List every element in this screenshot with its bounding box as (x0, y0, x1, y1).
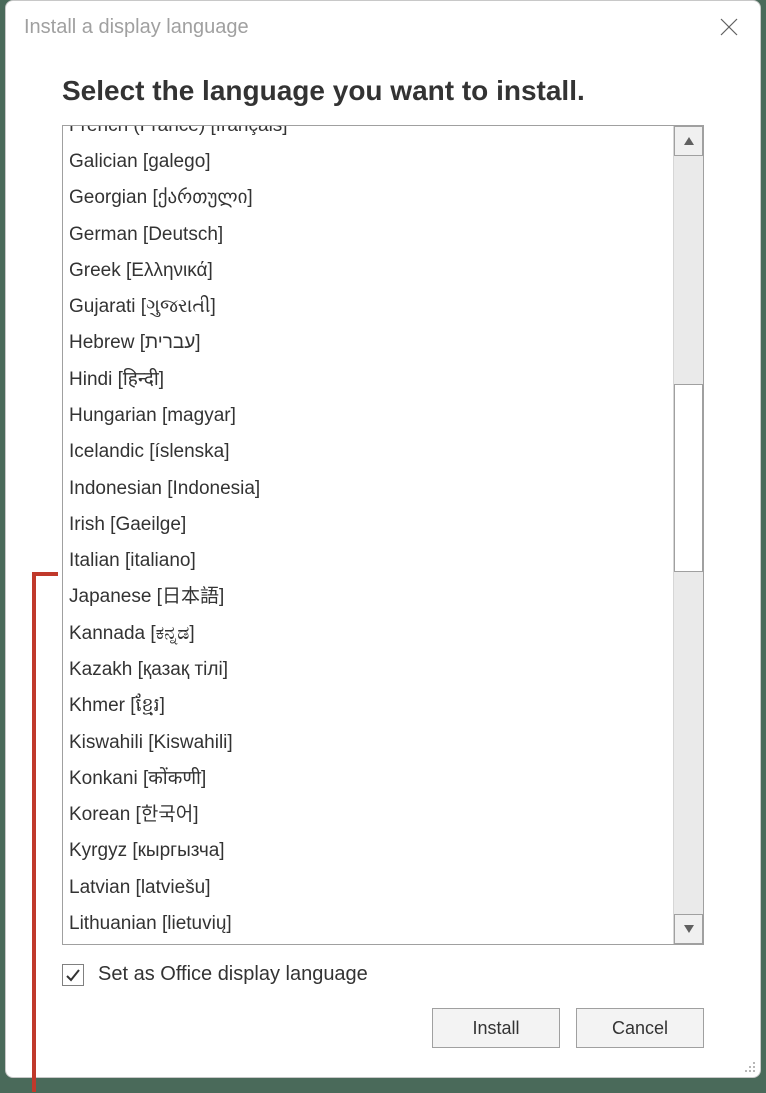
scrollbar-thumb[interactable] (674, 384, 703, 572)
dialog-button-row: Install Cancel (6, 986, 760, 1048)
scrollbar-track[interactable] (674, 156, 703, 914)
list-item[interactable]: Hungarian [magyar] (63, 398, 673, 434)
list-item[interactable]: Lithuanian [lietuvių] (63, 906, 673, 942)
set-default-checkbox-row: Set as Office display language (6, 945, 760, 986)
list-item[interactable]: Italian [italiano] (63, 543, 673, 579)
language-list-viewport: French (France) [français] Galician [gal… (63, 126, 673, 944)
language-list-items: French (France) [français] Galician [gal… (63, 126, 673, 944)
list-item[interactable]: Georgian [ქართული] (63, 181, 673, 217)
close-button[interactable] (716, 14, 742, 40)
dialog-heading: Select the language you want to install. (6, 47, 760, 125)
list-item[interactable]: Konkani [कोंकणी] (63, 761, 673, 797)
list-item[interactable]: Gujarati [ગુજરાતી] (63, 289, 673, 325)
titlebar: Install a display language (6, 1, 760, 47)
list-item[interactable]: Galician [galego] (63, 144, 673, 180)
resize-grip[interactable] (742, 1059, 756, 1073)
list-item[interactable]: Indonesian [Indonesia] (63, 471, 673, 507)
list-item[interactable]: German [Deutsch] (63, 217, 673, 253)
checkmark-icon (65, 967, 81, 983)
chevron-down-icon (683, 924, 695, 934)
language-listbox[interactable]: French (France) [français] Galician [gal… (62, 125, 704, 945)
scroll-up-button[interactable] (674, 126, 703, 156)
list-item[interactable]: Kyrgyz [кыргызча] (63, 834, 673, 870)
list-item[interactable]: Kannada [ಕನ್ನಡ] (63, 616, 673, 652)
list-item[interactable]: Kiswahili [Kiswahili] (63, 725, 673, 761)
set-default-checkbox-label: Set as Office display language (98, 963, 368, 986)
annotation-pointer (32, 572, 36, 1092)
install-button[interactable]: Install (432, 1008, 560, 1048)
list-item[interactable]: Icelandic [íslenska] (63, 435, 673, 471)
close-icon (719, 17, 739, 37)
resize-grip-icon (742, 1059, 756, 1073)
list-item[interactable]: Kazakh [қазақ тілі] (63, 652, 673, 688)
list-item[interactable]: Greek [Ελληνικά] (63, 253, 673, 289)
list-item[interactable]: French (France) [français] (63, 126, 673, 144)
list-item[interactable]: Korean [한국어] (63, 797, 673, 833)
list-item[interactable]: Latvian [latviešu] (63, 870, 673, 906)
list-item[interactable]: Irish [Gaeilge] (63, 507, 673, 543)
list-item[interactable]: Luxembourgish [Lëtzebuergesch] (63, 942, 673, 944)
list-item[interactable]: Hebrew [עברית] (63, 326, 673, 362)
cancel-button[interactable]: Cancel (576, 1008, 704, 1048)
chevron-up-icon (683, 136, 695, 146)
list-item[interactable]: Hindi [हिन्दी] (63, 362, 673, 398)
list-item[interactable]: Khmer [ខ្មែរ] (63, 689, 673, 725)
install-language-dialog: Install a display language Select the la… (5, 0, 761, 1078)
list-item[interactable]: Japanese [日本語] (63, 580, 673, 616)
set-default-checkbox[interactable] (62, 964, 84, 986)
dialog-title: Install a display language (24, 16, 249, 39)
scrollbar[interactable] (673, 126, 703, 944)
scroll-down-button[interactable] (674, 914, 703, 944)
